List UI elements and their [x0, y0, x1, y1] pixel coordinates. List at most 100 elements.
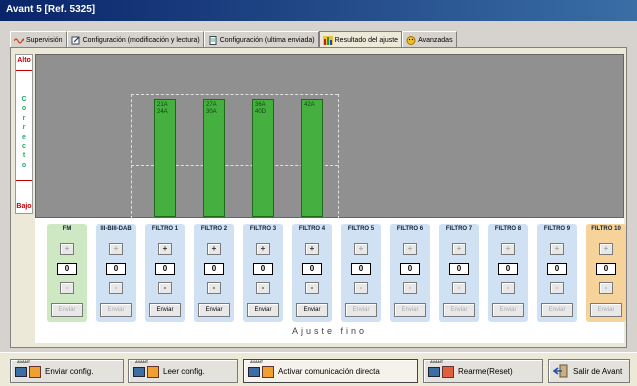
bottom-toolbar: AVANT Enviar config. AVANT Leer config. …	[0, 352, 637, 386]
target-right-line	[338, 94, 339, 219]
increase-button[interactable]: +	[60, 243, 74, 255]
increase-button[interactable]: +	[501, 243, 515, 255]
level-value-field[interactable]: 0	[57, 263, 77, 275]
level-value-field[interactable]: 0	[253, 263, 273, 275]
tab-configuracion-modificacion[interactable]: Configuración (modificación y lectura)	[66, 31, 204, 47]
control-column: FM +0 - Enviar	[47, 224, 87, 322]
reset-button[interactable]: AVANT Rearme(Reset)	[423, 359, 543, 383]
level-bar: 42A	[301, 99, 323, 217]
send-button[interactable]: Enviar	[149, 303, 181, 317]
tab-strip: Supervisión Configuración (modificación …	[10, 31, 457, 47]
control-column: FILTRO 1 +0 - Enviar	[145, 224, 185, 322]
decrease-button[interactable]: -	[452, 282, 466, 294]
control-column: FILTRO 5 +0 - Enviar	[341, 224, 381, 322]
column-title: FILTRO 8	[494, 226, 522, 232]
level-value-field[interactable]: 0	[204, 263, 224, 275]
fine-tune-label: Ajuste fino	[291, 326, 368, 336]
file-icon	[209, 36, 217, 45]
scale-correct-label: Correcto	[21, 96, 27, 169]
level-value-field[interactable]: 0	[547, 263, 567, 275]
decrease-button[interactable]: -	[256, 282, 270, 294]
level-value-field[interactable]: 0	[596, 263, 616, 275]
increase-button[interactable]: +	[452, 243, 466, 255]
level-value-field[interactable]: 0	[302, 263, 322, 275]
send-button[interactable]: Enviar	[51, 303, 83, 317]
reset-icon: AVANT	[428, 359, 454, 380]
exit-icon	[553, 364, 568, 378]
column-title: FM	[62, 226, 72, 232]
decrease-button[interactable]: -	[501, 282, 515, 294]
increase-button[interactable]: +	[256, 243, 270, 255]
increase-button[interactable]: +	[158, 243, 172, 255]
tab-label: Supervisión	[26, 37, 63, 44]
avant-tag: AVANT	[250, 359, 264, 364]
avant-tag: AVANT	[17, 359, 31, 364]
avant-tag: AVANT	[135, 359, 149, 364]
increase-button[interactable]: +	[207, 243, 221, 255]
edit-icon	[71, 36, 80, 45]
increase-button[interactable]: +	[305, 243, 319, 255]
target-left-line	[131, 94, 132, 219]
control-column: III-BIII-DAB +0 - Enviar	[96, 224, 136, 322]
send-button[interactable]: Enviar	[247, 303, 279, 317]
control-column: FILTRO 6 +0 - Enviar	[390, 224, 430, 322]
send-config-button[interactable]: AVANT Enviar config.	[10, 359, 124, 383]
decrease-button[interactable]: -	[550, 282, 564, 294]
increase-button[interactable]: +	[403, 243, 417, 255]
decrease-button[interactable]: -	[109, 282, 123, 294]
tab-resultado-ajuste[interactable]: Resultado del ajuste	[318, 31, 403, 47]
column-title: FILTRO 3	[249, 226, 277, 232]
send-button[interactable]: Enviar	[296, 303, 328, 317]
decrease-button[interactable]: -	[158, 282, 172, 294]
level-value-field[interactable]: 0	[498, 263, 518, 275]
send-button[interactable]: Enviar	[590, 303, 622, 317]
bar-label: 42A	[304, 102, 315, 108]
tab-supervision[interactable]: Supervisión	[10, 31, 67, 47]
level-value-field[interactable]: 0	[351, 263, 371, 275]
increase-button[interactable]: +	[109, 243, 123, 255]
column-title: FILTRO 4	[298, 226, 326, 232]
level-value-field[interactable]: 0	[106, 263, 126, 275]
level-value-field[interactable]: 0	[155, 263, 175, 275]
bar-label: 27A 30A	[206, 102, 217, 115]
send-button[interactable]: Enviar	[198, 303, 230, 317]
scale-low-label: Bajo	[16, 203, 32, 210]
decrease-button[interactable]: -	[305, 282, 319, 294]
column-title: FILTRO 2	[200, 226, 228, 232]
column-title: III-BIII-DAB	[100, 226, 132, 232]
send-button[interactable]: Enviar	[443, 303, 475, 317]
increase-button[interactable]: +	[354, 243, 368, 255]
column-title: FILTRO 7	[445, 226, 473, 232]
decrease-button[interactable]: -	[599, 282, 613, 294]
decrease-button[interactable]: -	[354, 282, 368, 294]
exit-button[interactable]: Salir de Avant	[548, 359, 630, 383]
increase-button[interactable]: +	[599, 243, 613, 255]
decrease-button[interactable]: -	[60, 282, 74, 294]
control-column: FILTRO 9 +0 - Enviar	[537, 224, 577, 322]
level-value-field[interactable]: 0	[449, 263, 469, 275]
decrease-button[interactable]: -	[207, 282, 221, 294]
tab-label: Avanzadas	[418, 37, 453, 44]
increase-button[interactable]: +	[550, 243, 564, 255]
decrease-button[interactable]: -	[403, 282, 417, 294]
send-button[interactable]: Enviar	[345, 303, 377, 317]
level-value-field[interactable]: 0	[400, 263, 420, 275]
window-title: Avant 5 [Ref. 5325]	[6, 4, 96, 15]
column-title: FILTRO 10	[591, 226, 621, 232]
send-button[interactable]: Enviar	[394, 303, 426, 317]
level-scale: Alto Correcto Bajo	[15, 54, 33, 214]
tab-label: Configuración (modificación y lectura)	[82, 37, 200, 44]
direct-comm-label: Activar comunicación directa	[278, 366, 380, 376]
tab-configuracion-ultima[interactable]: Configuración (ultima enviada)	[203, 31, 319, 47]
scale-divider	[16, 70, 32, 71]
smiley-icon	[406, 36, 416, 45]
send-button[interactable]: Enviar	[100, 303, 132, 317]
tab-label: Resultado del ajuste	[334, 37, 399, 44]
send-button[interactable]: Enviar	[541, 303, 573, 317]
read-config-button[interactable]: AVANT Leer config.	[128, 359, 238, 383]
control-column: FILTRO 4 +0 - Enviar	[292, 224, 332, 322]
reset-label: Rearme(Reset)	[458, 366, 513, 376]
direct-comm-button[interactable]: AVANT Activar comunicación directa	[243, 359, 418, 383]
tab-avanzadas[interactable]: Avanzadas	[402, 31, 457, 47]
send-button[interactable]: Enviar	[492, 303, 524, 317]
